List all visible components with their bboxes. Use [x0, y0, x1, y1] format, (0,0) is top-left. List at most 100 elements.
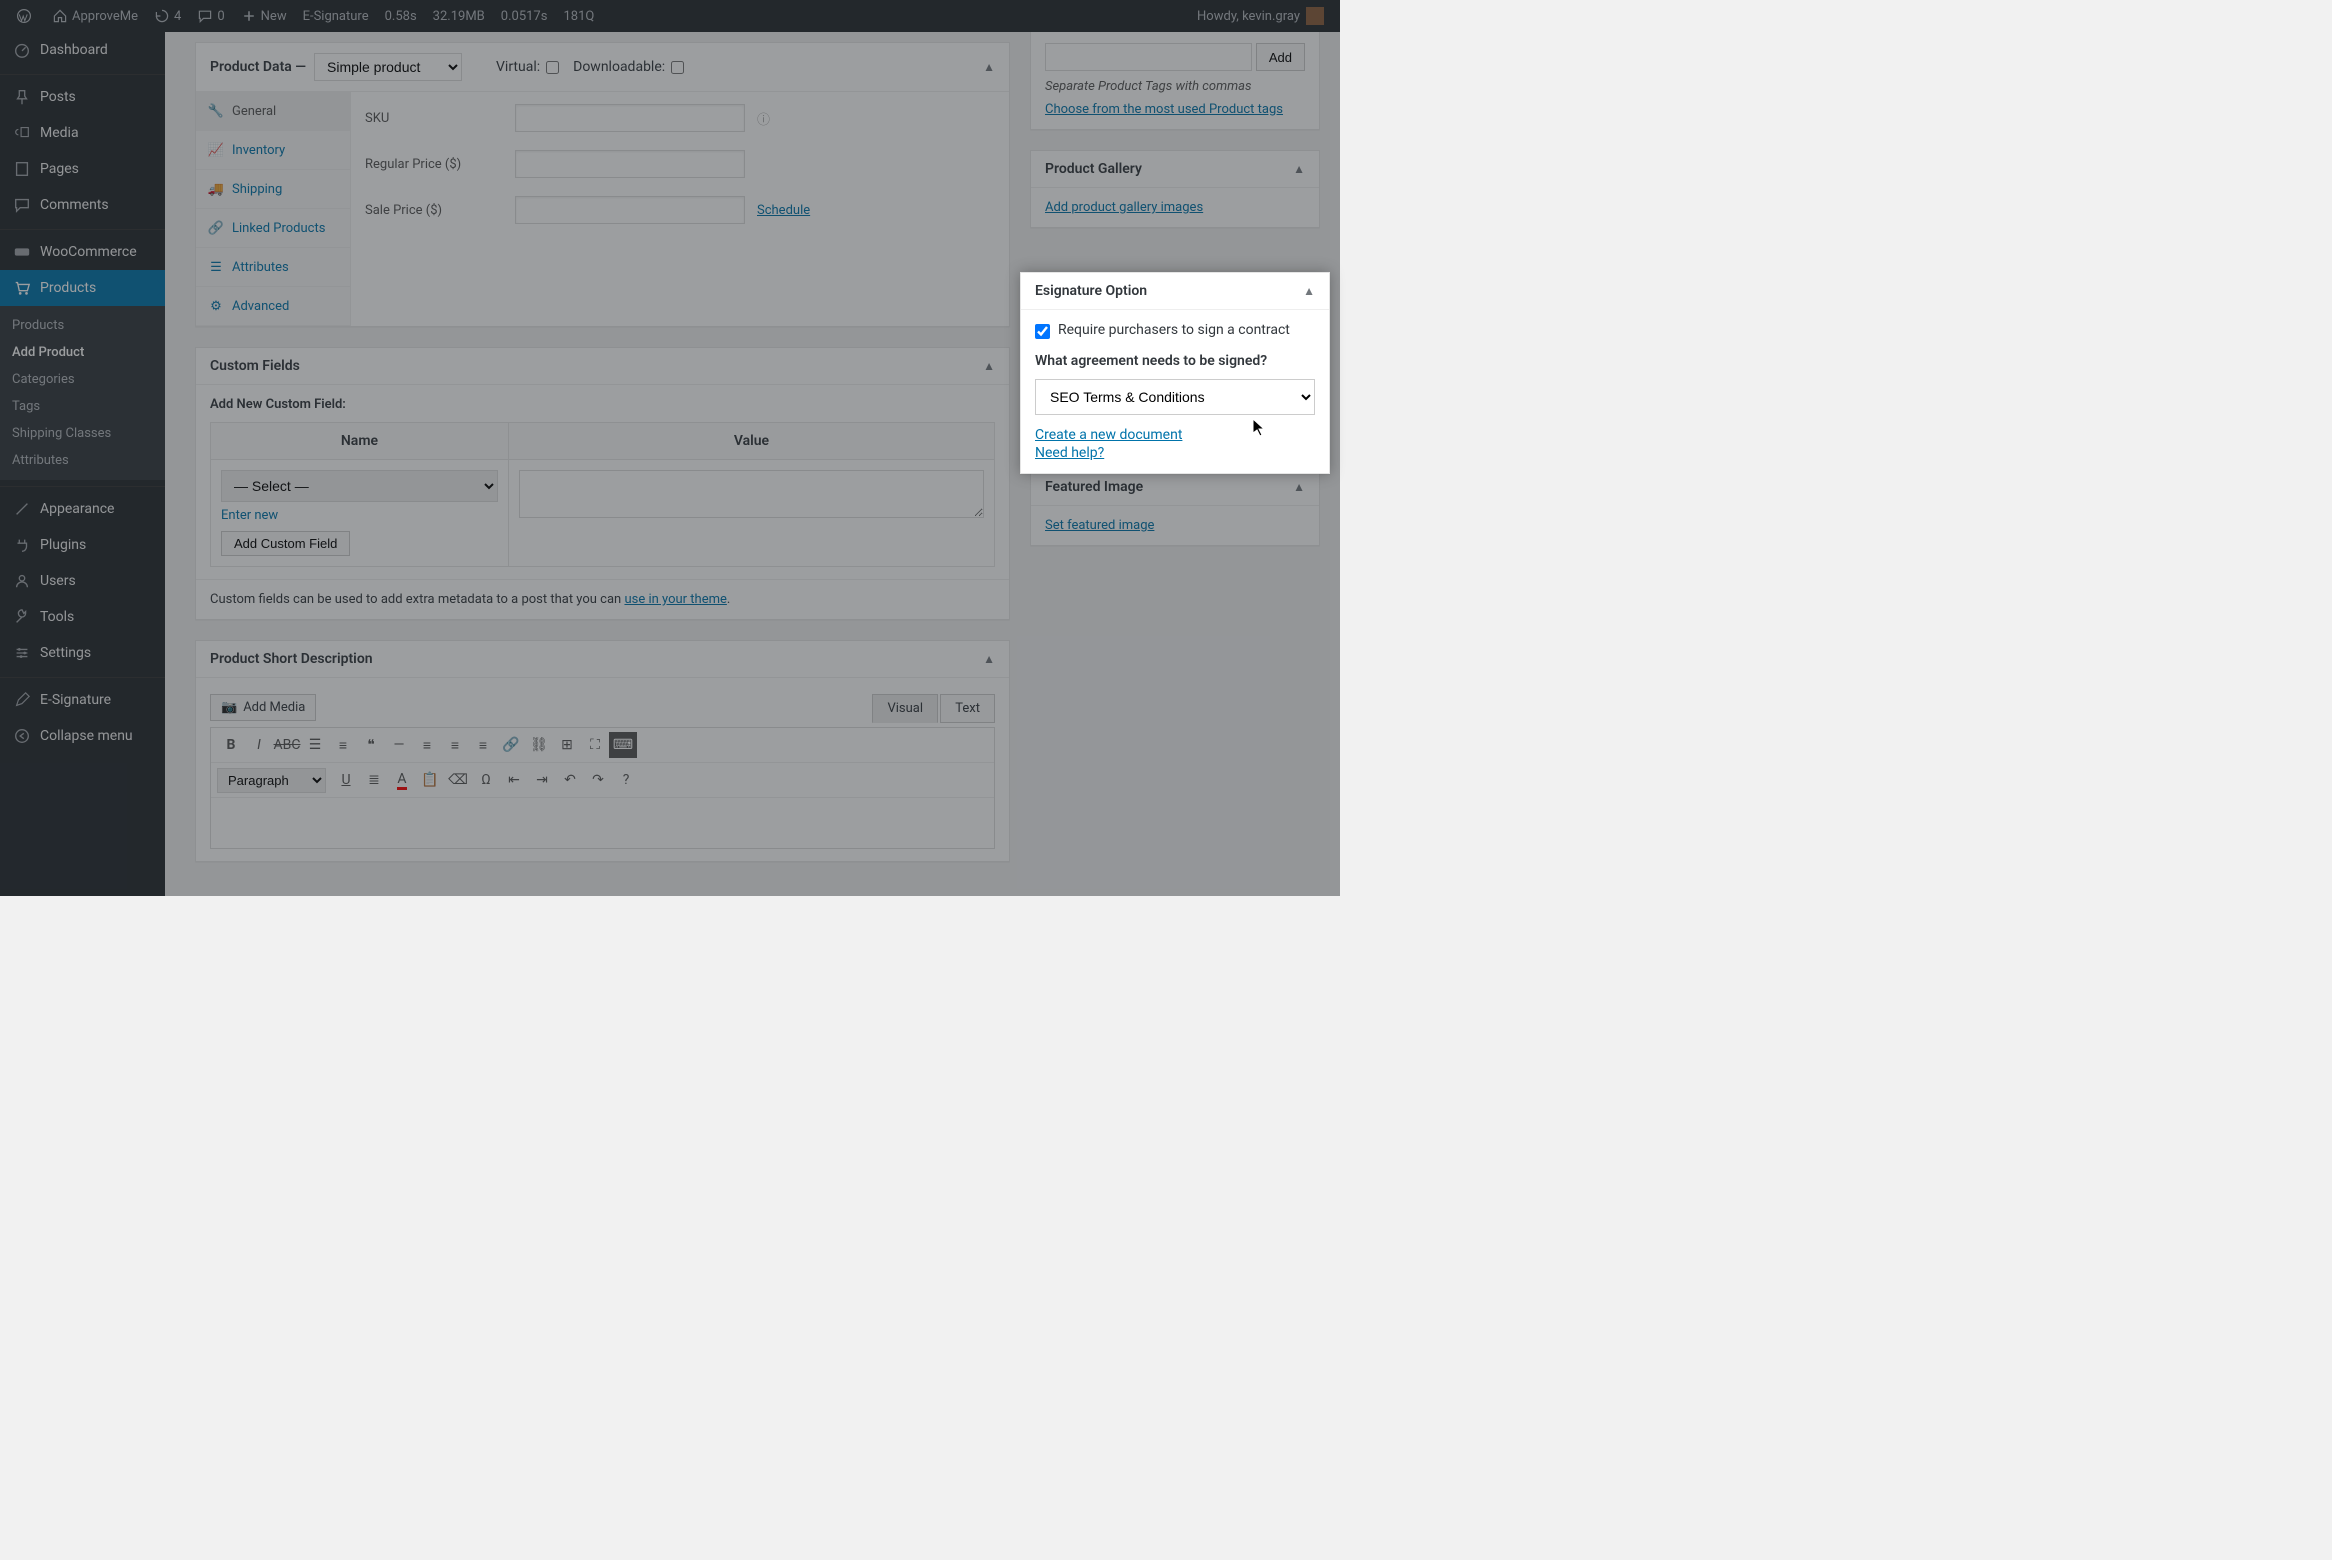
cf-name-select[interactable]: — Select —: [221, 470, 498, 502]
topbar-profile-time[interactable]: 0.58s: [377, 0, 425, 32]
sale-price-input[interactable]: [515, 196, 745, 224]
box-toggle-icon[interactable]: ▲: [1293, 480, 1305, 494]
box-toggle-icon[interactable]: ▲: [983, 359, 995, 373]
align-right-icon[interactable]: ≡: [469, 732, 497, 758]
help-icon[interactable]: ?: [612, 767, 640, 793]
ol-icon[interactable]: ≡: [329, 732, 357, 758]
tab-inventory[interactable]: 📈Inventory: [196, 131, 350, 170]
hr-icon[interactable]: —: [385, 732, 413, 758]
topbar-esig[interactable]: E-Signature: [295, 0, 377, 32]
regular-price-input[interactable]: [515, 150, 745, 178]
virtual-checkbox[interactable]: [546, 61, 559, 74]
tab-attributes[interactable]: ☰Attributes: [196, 248, 350, 287]
more-icon[interactable]: ⊞: [553, 732, 581, 758]
sidebar-item-comments[interactable]: Comments: [0, 187, 165, 223]
sku-input[interactable]: [515, 104, 745, 132]
editor-content-area[interactable]: [211, 798, 994, 848]
sidebar-item-esignature[interactable]: E-Signature: [0, 677, 165, 718]
use-in-theme-link[interactable]: use in your theme: [624, 592, 726, 607]
sidebar-item-dashboard[interactable]: Dashboard: [0, 32, 165, 68]
box-toggle-icon[interactable]: ▲: [1293, 162, 1305, 176]
new-item[interactable]: New: [233, 0, 295, 32]
tab-advanced[interactable]: ⚙Advanced: [196, 287, 350, 326]
sidebar-item-woocommerce[interactable]: WooCommerce: [0, 229, 165, 270]
unlink-icon[interactable]: ⛓: [525, 732, 553, 758]
textcolor-icon[interactable]: A: [388, 767, 416, 793]
justify-icon[interactable]: ≣: [360, 767, 388, 793]
box-toggle-icon[interactable]: ▲: [983, 652, 995, 666]
outdent-icon[interactable]: ⇤: [500, 767, 528, 793]
site-name: ApproveMe: [72, 9, 138, 24]
cf-enter-new-link[interactable]: Enter new: [221, 508, 278, 523]
underline-icon[interactable]: U: [332, 767, 360, 793]
agreement-select[interactable]: SEO Terms & Conditions: [1035, 379, 1315, 415]
editor-tab-visual[interactable]: Visual: [872, 694, 938, 723]
special-char-icon[interactable]: Ω: [472, 767, 500, 793]
box-toggle-icon[interactable]: ▲: [1303, 284, 1315, 298]
tab-shipping[interactable]: 🚚Shipping: [196, 170, 350, 209]
sidebar-item-users[interactable]: Users: [0, 563, 165, 599]
strike-icon[interactable]: ABC: [273, 732, 301, 758]
site-home[interactable]: ApproveMe: [44, 0, 146, 32]
help-icon[interactable]: ⓘ: [757, 109, 770, 128]
add-custom-field-button[interactable]: Add Custom Field: [221, 531, 350, 556]
require-sign-checkbox[interactable]: [1035, 324, 1050, 339]
tab-linked-products[interactable]: 🔗Linked Products: [196, 209, 350, 248]
italic-icon[interactable]: I: [245, 732, 273, 758]
sidebar-item-collapse[interactable]: Collapse menu: [0, 718, 165, 754]
sidebar-item-settings[interactable]: Settings: [0, 635, 165, 671]
bold-icon[interactable]: B: [217, 732, 245, 758]
submenu-shipping-classes[interactable]: Shipping Classes: [0, 420, 165, 447]
topbar-profile-mem[interactable]: 32.19MB: [425, 0, 493, 32]
add-gallery-images-link[interactable]: Add product gallery images: [1045, 200, 1203, 215]
sidebar-item-posts[interactable]: Posts: [0, 74, 165, 115]
submenu-add-product[interactable]: Add Product: [0, 339, 165, 366]
sidebar-item-plugins[interactable]: Plugins: [0, 527, 165, 563]
submenu-attributes[interactable]: Attributes: [0, 447, 165, 474]
ul-icon[interactable]: ☰: [301, 732, 329, 758]
fullscreen-icon[interactable]: ⛶: [581, 732, 609, 758]
undo-icon[interactable]: ↶: [556, 767, 584, 793]
redo-icon[interactable]: ↷: [584, 767, 612, 793]
set-featured-image-link[interactable]: Set featured image: [1045, 518, 1154, 533]
topbar-profile-s[interactable]: 0.0517s: [493, 0, 556, 32]
quote-icon[interactable]: ❝: [357, 732, 385, 758]
virtual-checkbox-label: Virtual:: [496, 59, 559, 75]
sidebar-item-pages[interactable]: Pages: [0, 151, 165, 187]
cf-value-textarea[interactable]: [519, 470, 984, 518]
howdy-user[interactable]: Howdy, kevin.gray: [1189, 0, 1332, 32]
require-sign-label[interactable]: Require purchasers to sign a contract: [1035, 322, 1315, 339]
downloadable-checkbox[interactable]: [671, 61, 684, 74]
add-media-button[interactable]: 📷 Add Media: [210, 694, 316, 721]
popular-tags-link[interactable]: Choose from the most used Product tags: [1045, 102, 1283, 117]
sidebar-item-media[interactable]: Media: [0, 115, 165, 151]
editor-tab-text[interactable]: Text: [940, 694, 995, 723]
sidebar-item-products[interactable]: Products: [0, 270, 165, 306]
submenu-products[interactable]: Products: [0, 312, 165, 339]
sidebar-item-appearance[interactable]: Appearance: [0, 486, 165, 527]
toolbar-toggle-icon[interactable]: ⌨: [609, 732, 637, 758]
align-center-icon[interactable]: ≡: [441, 732, 469, 758]
woo-icon: [12, 242, 32, 262]
add-tag-button[interactable]: Add: [1256, 43, 1305, 71]
updates-item[interactable]: 4: [146, 0, 189, 32]
schedule-link[interactable]: Schedule: [757, 203, 810, 218]
wp-logo[interactable]: [8, 0, 44, 32]
product-type-select[interactable]: Simple product: [314, 53, 462, 81]
product-tag-input[interactable]: [1045, 43, 1252, 71]
create-document-link[interactable]: Create a new document: [1035, 427, 1315, 443]
sidebar-item-tools[interactable]: Tools: [0, 599, 165, 635]
submenu-tags[interactable]: Tags: [0, 393, 165, 420]
tab-general[interactable]: 🔧General: [196, 92, 350, 131]
link-icon[interactable]: 🔗: [497, 732, 525, 758]
topbar-profile-q[interactable]: 181Q: [555, 0, 602, 32]
align-left-icon[interactable]: ≡: [413, 732, 441, 758]
paragraph-select[interactable]: Paragraph: [217, 768, 326, 793]
indent-icon[interactable]: ⇥: [528, 767, 556, 793]
box-toggle-icon[interactable]: ▲: [983, 60, 995, 74]
paste-icon[interactable]: 📋: [416, 767, 444, 793]
submenu-categories[interactable]: Categories: [0, 366, 165, 393]
clear-format-icon[interactable]: ⌫: [444, 767, 472, 793]
comments-item[interactable]: 0: [189, 0, 232, 32]
need-help-link[interactable]: Need help?: [1035, 445, 1315, 461]
